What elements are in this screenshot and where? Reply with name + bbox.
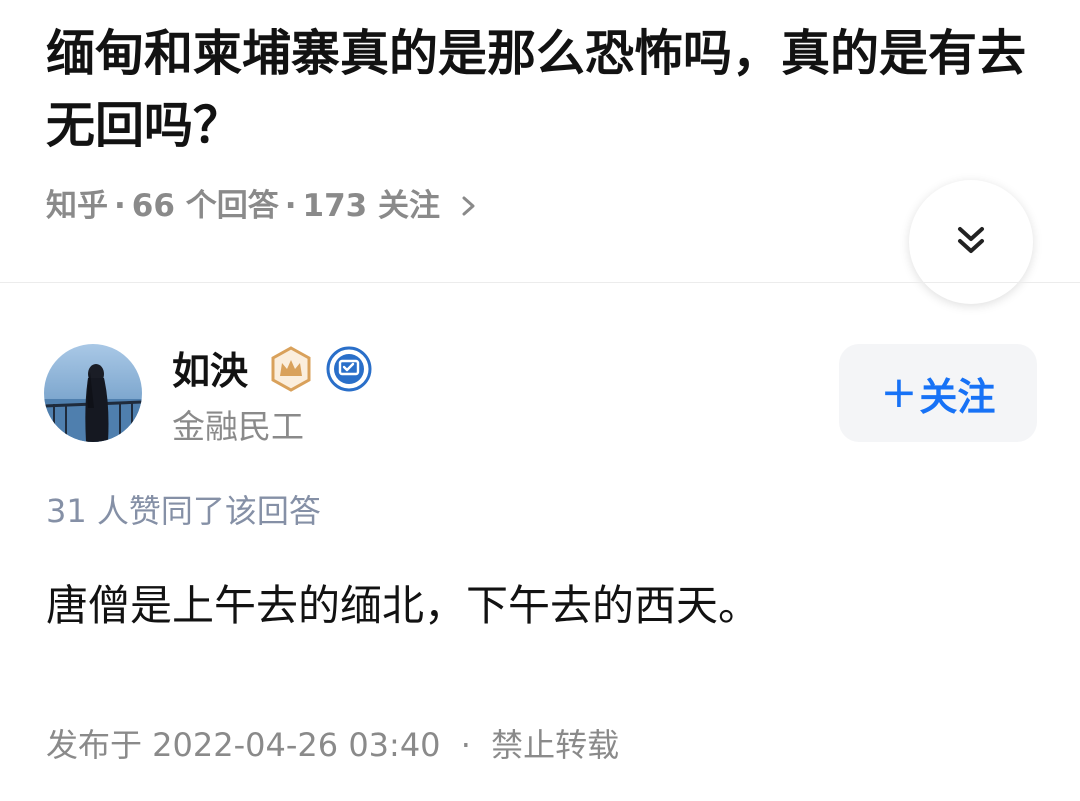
crown-badge-icon[interactable]: [268, 346, 314, 392]
answer-page: 缅甸和柬埔寨真的是那么恐怖吗，真的是有去无回吗？ 知乎 · 66 个回答 · 1…: [0, 0, 1080, 801]
avatar[interactable]: [44, 344, 142, 442]
meta-separator: ·: [114, 188, 126, 224]
answer-footer: 发布于 2022-04-26 03:40 · 禁止转载: [46, 722, 619, 768]
section-divider: [0, 282, 1080, 283]
double-chevron-down-icon: [951, 220, 991, 264]
vote-count[interactable]: 31 人赞同了该回答: [46, 488, 321, 534]
answers-count: 66 个回答: [131, 188, 279, 224]
chevron-right-icon: [454, 184, 484, 228]
footer-separator: ·: [460, 726, 471, 764]
question-meta[interactable]: 知乎 · 66 个回答 · 173 关注: [46, 184, 484, 228]
answer-content: 唐僧是上午去的缅北，下午去的西天。: [46, 581, 761, 630]
meta-separator: ·: [284, 188, 297, 224]
author-name[interactable]: 如泱: [172, 346, 248, 396]
follow-button[interactable]: + 关注: [839, 344, 1037, 442]
copyright-notice: 禁止转载: [491, 726, 620, 764]
follow-label: 关注: [919, 374, 996, 419]
verified-badge-icon[interactable]: [326, 346, 372, 392]
source-label: 知乎: [46, 188, 108, 224]
follow-plus: +: [880, 367, 918, 418]
publish-time: 发布于 2022-04-26 03:40: [46, 726, 441, 764]
followers-count: 173 关注: [302, 188, 441, 224]
collapse-button[interactable]: [909, 180, 1033, 304]
question-title[interactable]: 缅甸和柬埔寨真的是那么恐怖吗，真的是有去无回吗？: [46, 18, 1046, 162]
author-title: 金融民工: [172, 407, 304, 446]
